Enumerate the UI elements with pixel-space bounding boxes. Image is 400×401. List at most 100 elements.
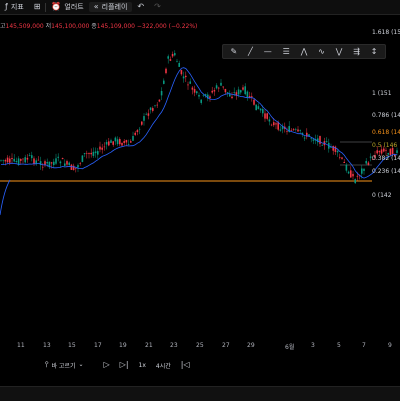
candle-body [31,155,33,159]
candle-body [356,175,359,177]
candle-body [268,119,271,122]
trendline-icon[interactable]: ╱ [248,47,253,56]
price-chart[interactable] [0,20,400,342]
horizontal-ray-icon[interactable]: — [264,47,272,56]
speed-button[interactable]: 1x [134,362,151,369]
candle-body [350,170,352,178]
candle-body [361,168,363,174]
parallel-channel-icon[interactable]: ⇶ [353,47,360,56]
candle-body [343,161,345,163]
price-axis-label: 0.5 (146 [372,142,398,149]
candle-body [61,158,64,160]
candle-body [339,157,341,158]
time-axis-label: 17 [94,342,102,349]
price-axis-label: 1.618 (156 [372,29,400,36]
alarm-clock-icon: ⏰ [51,2,62,11]
candle-body [365,160,367,164]
candle-body [385,150,387,151]
candle-body [37,159,40,161]
candle-body [297,129,299,132]
time-axis-label: 27 [222,342,230,349]
candle-body [75,168,77,169]
time-axis-label: 29 [247,342,255,349]
time-axis-label: 9 [388,342,392,349]
elliott-wave-icon[interactable]: ⋁ [336,47,343,56]
candle-body [83,153,86,155]
candle-body [171,53,174,57]
candle-body [79,163,81,164]
candle-body [123,141,125,143]
redo-button[interactable]: ↷ [149,0,166,14]
alerts-label: 얼러트 [64,3,84,11]
candle-body [2,159,4,161]
indicators-button[interactable]: ƒ 지표 [0,0,29,14]
time-axis-label: 23 [170,342,178,349]
candle-body [59,161,62,164]
fib-retracement-icon[interactable]: ☰ [283,47,290,56]
candle-body [53,161,55,166]
candle-body [154,105,156,107]
pattern-icon[interactable]: ⋀ [301,47,308,56]
candle-body [275,123,277,125]
candle-body [211,90,213,93]
candle-body [105,142,108,145]
candle-body [81,155,84,162]
candle-body [15,160,18,163]
close-value: 145,109,000 [96,23,135,30]
interval-button[interactable]: 4시간 [151,361,176,370]
replay-button[interactable]: « 리플레이 [88,2,133,12]
play-button[interactable]: ▷ [99,361,115,369]
candle-body [163,80,165,84]
undo-button[interactable]: ↶ [132,0,149,14]
candle-body [376,150,378,154]
candle-body [193,89,196,93]
candle-body [112,141,114,145]
candle-body [26,157,29,160]
candle-body [147,113,150,116]
time-axis-label: 15 [68,342,76,349]
candle-body [380,149,383,154]
undo-icon: ↶ [137,2,145,11]
candle-body [4,160,7,162]
wave-icon[interactable]: ∿ [318,47,325,56]
candle-body [185,75,187,78]
select-bar-button[interactable]: ⫯ 바 고르기 ⌄ [40,361,89,370]
candle-body [310,138,312,139]
price-axis-label: 0.236 (144 [372,168,400,175]
candle-body [141,121,143,125]
exit-replay-button[interactable]: |◁ [176,361,195,369]
measure-icon[interactable]: ↕ [371,47,378,56]
candle-body [68,162,70,165]
candle-body [202,94,205,96]
candle-body [125,140,128,143]
candle-body [138,128,141,130]
footer-bar [0,386,400,401]
candle-body [200,99,202,103]
chevron-down-icon: ⌄ [78,361,84,368]
candle-body [33,158,35,164]
candle-body [325,141,328,143]
time-axis-label: 25 [196,342,204,349]
time-axis-label: 13 [43,342,51,349]
candle-body [233,92,235,93]
candle-body [196,91,198,94]
candle-body [57,156,59,158]
candle-body [108,141,110,146]
price-axis-label: 0.382 (145 [372,155,400,162]
candle-body [165,68,167,74]
candle-body [9,158,11,163]
candle-body [6,157,9,163]
candle-body [218,87,220,89]
candle-body [55,158,57,164]
pencil-icon[interactable]: ✎ [230,47,237,56]
candle-body [270,124,273,126]
step-forward-button[interactable]: ▷| [115,361,134,369]
alerts-button[interactable]: ⏰ 얼러트 [46,0,88,14]
candle-body [273,122,275,126]
candle-body [352,173,354,177]
candle-body [160,91,163,96]
candle-body [90,152,92,155]
candle-body [189,81,191,84]
jump-to-realtime-icon: |◁ [180,360,190,369]
layouts-button[interactable]: ⊞ [29,0,46,14]
